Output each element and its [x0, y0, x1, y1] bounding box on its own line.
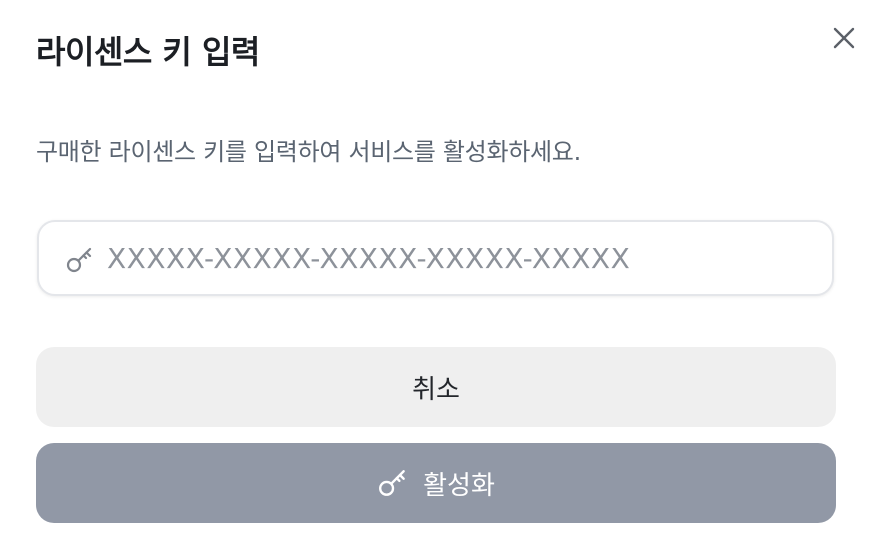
- close-icon: [832, 26, 856, 50]
- key-icon: [65, 245, 95, 275]
- key-icon: [377, 467, 409, 499]
- dialog-description: 구매한 라이센스 키를 입력하여 서비스를 활성화하세요.: [36, 138, 581, 166]
- dialog-title: 라이센스 키 입력: [36, 33, 260, 71]
- activate-button[interactable]: 활성화: [36, 443, 836, 523]
- license-key-input[interactable]: [107, 222, 807, 294]
- close-button[interactable]: [826, 20, 862, 56]
- activate-button-label: 활성화: [423, 470, 495, 501]
- license-key-field[interactable]: [37, 220, 834, 296]
- cancel-button-label: 취소: [412, 374, 460, 405]
- cancel-button[interactable]: 취소: [36, 347, 836, 427]
- license-key-dialog: 라이센스 키 입력 구매한 라이센스 키를 입력하여 서비스를 활성화하세요. …: [0, 0, 870, 550]
